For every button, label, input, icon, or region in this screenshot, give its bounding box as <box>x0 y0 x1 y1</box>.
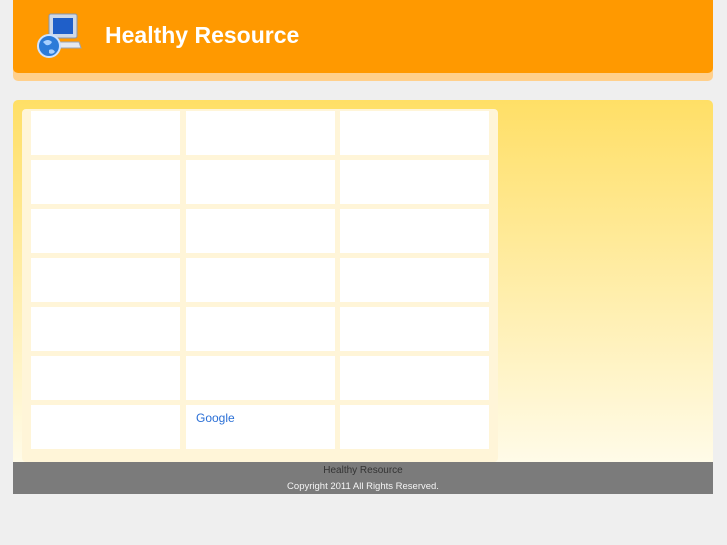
grid-cell <box>31 160 180 204</box>
footer: Healthy Resource Copyright 2011 All Righ… <box>13 462 713 494</box>
grid-cell <box>340 405 489 449</box>
grid-cell <box>31 258 180 302</box>
grid-cell <box>31 209 180 253</box>
grid-cell <box>186 307 335 351</box>
footer-copyright: Copyright 2011 All Rights Reserved. <box>287 481 439 492</box>
grid-cell <box>186 111 335 155</box>
grid-cell <box>340 258 489 302</box>
grid-cell <box>31 307 180 351</box>
grid-cell <box>340 111 489 155</box>
header: Healthy Resource <box>13 0 713 81</box>
google-link[interactable]: Google <box>196 411 235 425</box>
grid-cell <box>186 160 335 204</box>
grid-cell <box>186 356 335 400</box>
grid-cell <box>31 405 180 449</box>
computer-globe-icon <box>37 13 82 58</box>
grid-cell <box>186 209 335 253</box>
grid-cell <box>186 258 335 302</box>
grid-cell <box>31 356 180 400</box>
footer-site-name: Healthy Resource <box>323 465 403 476</box>
grid-cell <box>340 356 489 400</box>
site-title: Healthy Resource <box>105 22 300 48</box>
grid-cell <box>340 209 489 253</box>
grid-cell <box>31 111 180 155</box>
grid-cell <box>340 160 489 204</box>
grid-cell <box>340 307 489 351</box>
